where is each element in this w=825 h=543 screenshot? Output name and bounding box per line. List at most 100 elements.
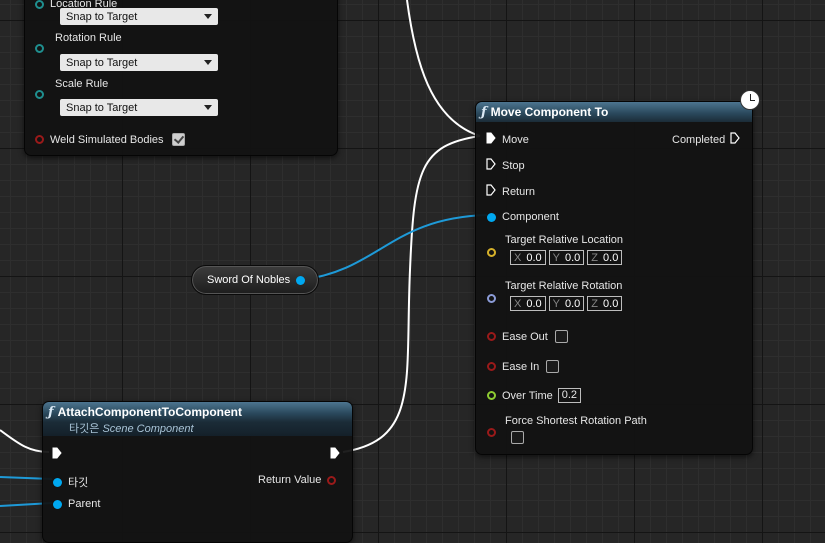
move-node-header[interactable]: ƒ Move Component To bbox=[476, 102, 752, 122]
force-shortest-label: Force Shortest Rotation Path bbox=[505, 415, 647, 427]
target-location-fields: X 0.0 Y 0.0 Z 0.0 bbox=[510, 250, 623, 265]
variable-output-pin[interactable] bbox=[296, 275, 306, 285]
axis-y-label: Y bbox=[552, 251, 560, 264]
target-rotation-label: Target Relative Rotation bbox=[505, 280, 623, 292]
attach-component-title: AttachComponentToComponent bbox=[57, 405, 243, 419]
parent-pin-label: Parent bbox=[68, 498, 101, 510]
attach-component-to-component-node[interactable]: ƒ AttachComponentToComponent 타깃은 Scene C… bbox=[42, 401, 353, 543]
chevron-down-icon bbox=[204, 105, 212, 110]
completed-label: Completed bbox=[672, 133, 726, 146]
sword-of-nobles-variable-node[interactable]: Sword Of Nobles bbox=[191, 265, 319, 295]
force-shortest-row bbox=[487, 428, 496, 437]
rotation-y-field[interactable]: Y 0.0 bbox=[548, 296, 585, 311]
weld-row: Weld Simulated Bodies bbox=[35, 133, 185, 146]
rotation-rule-label: Rotation Rule bbox=[55, 32, 122, 44]
location-rule-dropdown[interactable]: Snap to Target bbox=[60, 8, 218, 25]
ease-in-label: Ease In bbox=[502, 360, 540, 373]
completed-row: Completed bbox=[672, 132, 740, 147]
scale-rule-row: Scale Rule bbox=[35, 78, 108, 99]
target-rotation-fields: X 0.0 Y 0.0 Z 0.0 bbox=[510, 296, 623, 311]
location-rule-pin[interactable] bbox=[35, 0, 44, 9]
return-value-label: Return Value bbox=[258, 474, 322, 486]
move-exec-label: Move bbox=[502, 133, 529, 146]
variable-label: Sword Of Nobles bbox=[207, 274, 291, 286]
attach-component-header[interactable]: ƒ AttachComponentToComponent bbox=[43, 402, 352, 422]
move-exec-row: Move bbox=[486, 132, 529, 147]
return-value-row: Return Value bbox=[258, 474, 337, 486]
rotation-rule-value: Snap to Target bbox=[66, 56, 138, 69]
scale-rule-pin[interactable] bbox=[35, 90, 44, 99]
attach-exec-out-row bbox=[330, 447, 340, 462]
stop-exec-label: Stop bbox=[502, 159, 525, 172]
target-location-pin[interactable] bbox=[487, 248, 496, 257]
target-pin[interactable] bbox=[53, 477, 62, 487]
component-pin[interactable] bbox=[487, 212, 496, 222]
target-location-row bbox=[487, 248, 496, 257]
scale-rule-label: Scale Rule bbox=[55, 78, 109, 90]
over-time-field[interactable]: 0.2 bbox=[557, 388, 582, 403]
ease-in-pin[interactable] bbox=[487, 362, 496, 371]
move-node-title: Move Component To bbox=[490, 105, 609, 119]
rotation-rule-dropdown[interactable]: Snap to Target bbox=[60, 54, 218, 71]
ease-in-checkbox[interactable] bbox=[546, 360, 560, 373]
rotation-y-value: 0.0 bbox=[564, 297, 581, 310]
return-exec-row: Return bbox=[486, 184, 535, 199]
ease-out-label: Ease Out bbox=[502, 330, 548, 343]
completed-exec-pin[interactable] bbox=[730, 132, 740, 147]
scale-rule-dropdown[interactable]: Snap to Target bbox=[60, 99, 218, 116]
ease-out-row: Ease Out bbox=[487, 330, 568, 343]
chevron-down-icon bbox=[204, 14, 212, 19]
function-icon: ƒ bbox=[481, 104, 487, 120]
parent-pin-row: Parent bbox=[53, 498, 100, 510]
location-y-field[interactable]: Y 0.0 bbox=[548, 250, 585, 265]
force-shortest-checkbox[interactable] bbox=[511, 431, 524, 444]
target-location-label: Target Relative Location bbox=[505, 234, 624, 246]
ease-out-checkbox[interactable] bbox=[554, 330, 568, 343]
rotation-z-field[interactable]: Z 0.0 bbox=[587, 296, 623, 311]
clock-icon bbox=[740, 90, 760, 110]
stop-exec-row: Stop bbox=[486, 158, 525, 173]
component-row: Component bbox=[487, 211, 559, 223]
rotation-x-value: 0.0 bbox=[526, 297, 542, 310]
attach-component-subtitle: 타깃은 Scene Component bbox=[43, 422, 352, 436]
target-pin-row: 타깃 bbox=[53, 474, 88, 490]
parent-pin[interactable] bbox=[53, 499, 62, 509]
target-rotation-pin[interactable] bbox=[487, 294, 496, 303]
ease-in-row: Ease In bbox=[487, 360, 560, 373]
axis-y-label: Y bbox=[552, 297, 560, 310]
weld-pin[interactable] bbox=[35, 135, 44, 144]
return-exec-pin[interactable] bbox=[486, 184, 496, 199]
return-exec-label: Return bbox=[502, 185, 536, 198]
ease-out-pin[interactable] bbox=[487, 332, 496, 341]
attach-exec-out-pin[interactable] bbox=[330, 447, 340, 462]
rotation-x-field[interactable]: X 0.0 bbox=[510, 296, 546, 311]
move-component-to-node[interactable]: ƒ Move Component To Move Completed Stop … bbox=[475, 101, 753, 455]
target-rotation-row bbox=[487, 294, 496, 303]
attach-exec-in-row bbox=[52, 447, 62, 462]
subtitle-prefix: 타깃은 bbox=[69, 423, 100, 435]
location-rule-value: Snap to Target bbox=[66, 10, 138, 23]
over-time-row: Over Time 0.2 bbox=[487, 388, 582, 403]
rotation-rule-pin[interactable] bbox=[35, 44, 44, 53]
axis-z-label: Z bbox=[591, 297, 599, 310]
location-y-value: 0.0 bbox=[564, 251, 581, 264]
rotation-rule-row: Rotation Rule bbox=[35, 32, 122, 53]
location-z-field[interactable]: Z 0.0 bbox=[587, 250, 623, 265]
stop-exec-pin[interactable] bbox=[486, 158, 496, 173]
location-x-field[interactable]: X 0.0 bbox=[510, 250, 546, 265]
force-shortest-pin[interactable] bbox=[487, 428, 496, 437]
location-x-value: 0.0 bbox=[526, 251, 542, 264]
subtitle-class: Scene Component bbox=[102, 423, 194, 435]
over-time-pin[interactable] bbox=[487, 391, 496, 400]
attach-actor-node[interactable]: Location Rule Snap to Target Rotation Ru… bbox=[24, 0, 338, 156]
move-exec-pin[interactable] bbox=[486, 132, 496, 147]
chevron-down-icon bbox=[204, 60, 212, 65]
axis-x-label: X bbox=[514, 251, 522, 264]
return-value-pin[interactable] bbox=[327, 475, 337, 485]
axis-x-label: X bbox=[514, 297, 522, 310]
weld-checkbox[interactable] bbox=[171, 133, 185, 146]
attach-exec-in-pin[interactable] bbox=[52, 447, 62, 462]
location-z-value: 0.0 bbox=[603, 251, 619, 264]
rotation-z-value: 0.0 bbox=[603, 297, 619, 310]
function-icon: ƒ bbox=[48, 404, 54, 420]
